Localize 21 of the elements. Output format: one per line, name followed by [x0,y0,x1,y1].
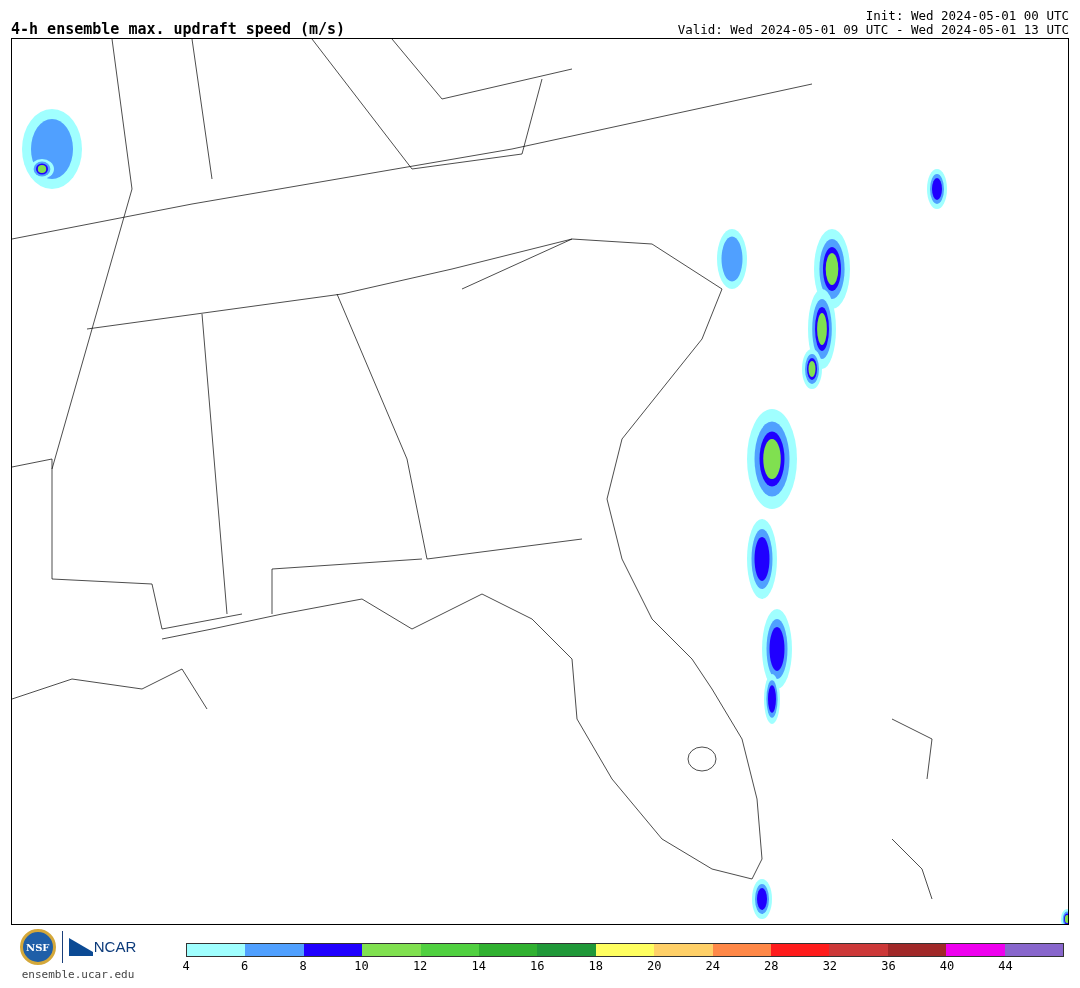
colorbar-tick-label: 44 [998,960,1013,973]
colorbar-tick-label: 18 [588,960,603,973]
colorbar-tick-label: 6 [240,960,249,973]
colorbar-tick-label: 24 [705,960,720,973]
colorbar-tick-label: 8 [299,960,307,973]
colorbar-tick-label: 16 [529,960,545,973]
init-time: Init: Wed 2024-05-01 00 UTC [865,9,1069,23]
colorbar-tick-label: 14 [471,960,486,973]
nsf-logo: NSF [19,929,56,965]
colorbar-tick-label: 40 [939,960,955,973]
colorbar-tick-label: 4 [182,960,190,973]
ncar-logo: NCAR [68,935,137,959]
colorbar-tick-label: 36 [881,960,896,973]
colorbar-tick-label: 20 [647,960,662,973]
colorbar-tick-label: 32 [822,960,838,973]
colorbar-tick-label: 28 [764,960,779,973]
valid-time: Valid: Wed 2024-05-01 09 UTC - Wed 2024-05-01 13 UTC [677,23,1069,37]
website-text: ensemble.ucar.edu [21,967,135,983]
chart-title: 4-h ensemble max. updraft speed (m/s) [11,20,346,38]
colorbar-tick-label: 12 [412,960,428,973]
colorbar-tick-label: 10 [354,960,369,973]
